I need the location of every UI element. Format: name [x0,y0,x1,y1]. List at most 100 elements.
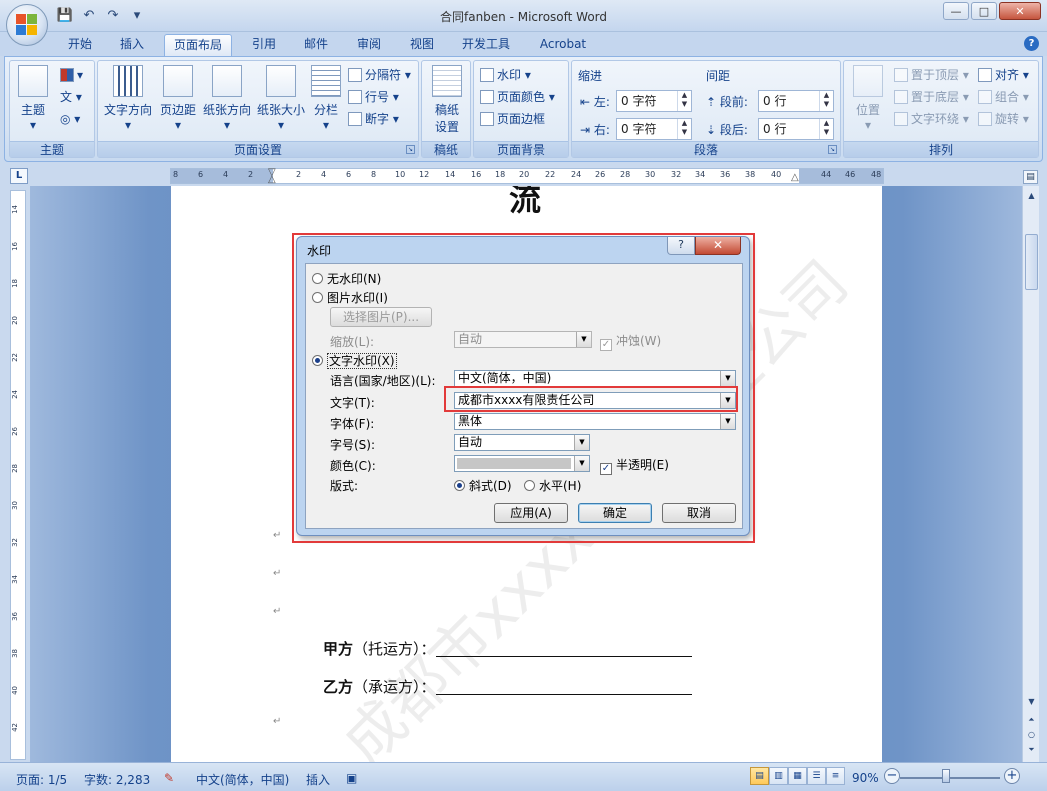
dialog-close-button[interactable]: ✕ [695,237,741,255]
macro-record-icon[interactable]: ▣ [346,771,357,785]
word-count[interactable]: 字数: 2,283 [84,771,150,788]
indent-right-spinner[interactable]: ▲ ▼ [677,119,691,139]
proofing-icon[interactable]: ✎ [164,771,174,785]
size-button[interactable]: 纸张大小 ▾ [254,65,308,132]
line-numbers-button[interactable]: 行号 ▾ [348,87,399,107]
no-watermark-radio[interactable]: 无水印(N) [312,270,381,287]
zoom-slider[interactable] [900,777,1000,779]
right-indent-marker-icon[interactable]: △ [791,172,799,183]
horizontal-radio[interactable]: 水平(H) [524,477,581,494]
zoom-slider-thumb[interactable] [942,769,950,783]
indent-marker-icon[interactable]: ▽ △ [268,168,276,185]
page-borders-button[interactable]: 页面边框 [480,109,545,129]
party-a-blank[interactable] [435,643,692,657]
dialog-help-button[interactable]: ? [667,237,695,255]
vertical-ruler[interactable]: 14 16 18 20 22 24 26 28 30 32 34 36 38 40 42 [10,190,26,760]
page-color-button[interactable]: 页面颜色 ▾ [480,87,555,107]
group-objects-button[interactable]: 组合 ▾ [978,87,1029,107]
select-picture-button[interactable]: 选择图片(P)... [330,307,432,327]
hyphenation-button[interactable]: 断字 ▾ [348,109,399,129]
cancel-button[interactable]: 取消 [662,503,736,523]
close-button[interactable]: ✕ [999,2,1041,20]
tab-view[interactable]: 视图 [400,34,444,56]
print-layout-icon[interactable]: ▤ [750,767,769,785]
watermark-button[interactable]: 水印 ▾ [480,65,531,85]
tab-developer[interactable]: 开发工具 [452,34,520,56]
picture-watermark-radio[interactable]: 图片水印(I) [312,289,388,306]
draft-paper-icon [432,65,462,97]
select-browse-object-icon[interactable]: ○ [1024,727,1039,743]
ruler-tick-label: 8 [173,170,179,179]
language-select[interactable]: 中文(简体，中国) ▼ [454,370,736,387]
diagonal-radio[interactable]: 斜式(D) [454,477,512,494]
columns-button[interactable]: 分栏 ▾ [308,65,344,132]
paragraph-launcher-icon[interactable]: ↘ [828,145,837,154]
tab-acrobat[interactable]: Acrobat [530,34,596,56]
color-select[interactable]: ▼ [454,455,590,472]
spacing-after-spinner[interactable]: ▲ ▼ [819,119,833,139]
scroll-up-icon[interactable]: ▲ [1024,188,1039,204]
scroll-down-icon[interactable]: ▼ [1024,694,1039,710]
ok-button[interactable]: 确定 [578,503,652,523]
page-setup-launcher-icon[interactable]: ↘ [406,145,415,154]
align-button[interactable]: 对齐 ▾ [978,65,1029,85]
text-watermark-radio[interactable]: 文字水印(X) [312,352,397,369]
spacing-before-spinner[interactable]: ▲ ▼ [819,91,833,111]
vertical-scrollbar[interactable]: ▲ ▼ ⏶ ○ ⏷ [1022,186,1039,762]
chevron-down-icon: ▼ [574,435,589,450]
spacing-after-input[interactable]: 0 行 ▲ ▼ [758,118,834,140]
draft-settings-button[interactable]: 稿纸 设置 [428,65,466,135]
spacing-before-input[interactable]: 0 行 ▲ ▼ [758,90,834,112]
washout-checkbox[interactable]: ✓ 冲蚀(W) [600,332,661,351]
tab-insert[interactable]: 插入 [110,34,154,56]
theme-effects-button[interactable]: ◎ ▾ [60,109,80,129]
watermark-text-input[interactable]: 成都市xxxx有限责任公司 ▼ [454,392,736,409]
size-select[interactable]: 自动 ▼ [454,434,590,451]
tab-selector-button[interactable]: L [10,168,28,184]
semitransparent-checkbox[interactable]: ✓ 半透明(E) [600,456,669,475]
language-status[interactable]: 中文(简体，中国) [196,771,289,788]
theme-fonts-button[interactable]: 文 ▾ [60,87,82,107]
tab-mailings[interactable]: 邮件 [294,34,338,56]
party-b-blank[interactable] [435,681,692,695]
tab-page-layout[interactable]: 页面布局 [164,34,232,56]
web-layout-icon[interactable]: ▦ [788,767,807,785]
indent-right-input[interactable]: 0 字符 ▲ ▼ [616,118,692,140]
bring-to-front-button[interactable]: 置于顶层 ▾ [894,65,969,85]
insert-mode[interactable]: 插入 [306,771,330,788]
horizontal-ruler[interactable]: 8 6 4 2 2 4 6 8 10 12 14 16 18 20 22 24 26 28 30 32 34 36 38 40… [170,168,884,185]
text-wrapping-button[interactable]: 文字环绕 ▾ [894,109,969,129]
zoom-out-icon[interactable]: − [884,768,900,784]
send-to-back-button[interactable]: 置于底层 ▾ [894,87,969,107]
scale-select[interactable]: 自动 ▼ [454,331,592,348]
font-select[interactable]: 黑体 ▼ [454,413,736,430]
indent-left-input[interactable]: 0 字符 ▲ ▼ [616,90,692,112]
tab-home[interactable]: 开始 [58,34,102,56]
draft-view-icon[interactable]: ≡ [826,767,845,785]
tab-references[interactable]: 引用 [242,34,286,56]
previous-page-icon[interactable]: ⏶ [1024,712,1039,728]
full-screen-reading-icon[interactable]: ▥ [769,767,788,785]
minimize-button[interactable]: — [943,2,969,20]
tab-review[interactable]: 审阅 [347,34,391,56]
maximize-button[interactable]: □ [971,2,997,20]
breaks-button[interactable]: 分隔符 ▾ [348,65,411,85]
zoom-level[interactable]: 90% [852,771,879,785]
scroll-thumb[interactable] [1025,234,1038,290]
text-direction-button[interactable]: 文字方向 ▾ [100,65,156,132]
outline-view-icon[interactable]: ☰ [807,767,826,785]
zoom-in-icon[interactable]: + [1004,768,1020,784]
rotate-button[interactable]: 旋转 ▾ [978,109,1029,129]
next-page-icon[interactable]: ⏷ [1024,742,1039,758]
help-icon[interactable]: ? [1024,36,1039,51]
margins-button[interactable]: 页边距 ▾ [156,65,200,132]
view-ruler-icon[interactable]: ▤ [1023,170,1038,184]
orientation-button[interactable]: 纸张方向 ▾ [200,65,254,132]
position-button[interactable]: 位置 ▾ [848,65,888,132]
indent-left-spinner[interactable]: ▲ ▼ [677,91,691,111]
theme-colors-button[interactable]: ▾ [60,65,83,85]
themes-button[interactable]: 主题 ▾ [16,65,50,132]
apply-button[interactable]: 应用(A) [494,503,568,523]
office-button[interactable] [6,4,48,46]
page-count[interactable]: 页面: 1/5 [16,771,67,788]
